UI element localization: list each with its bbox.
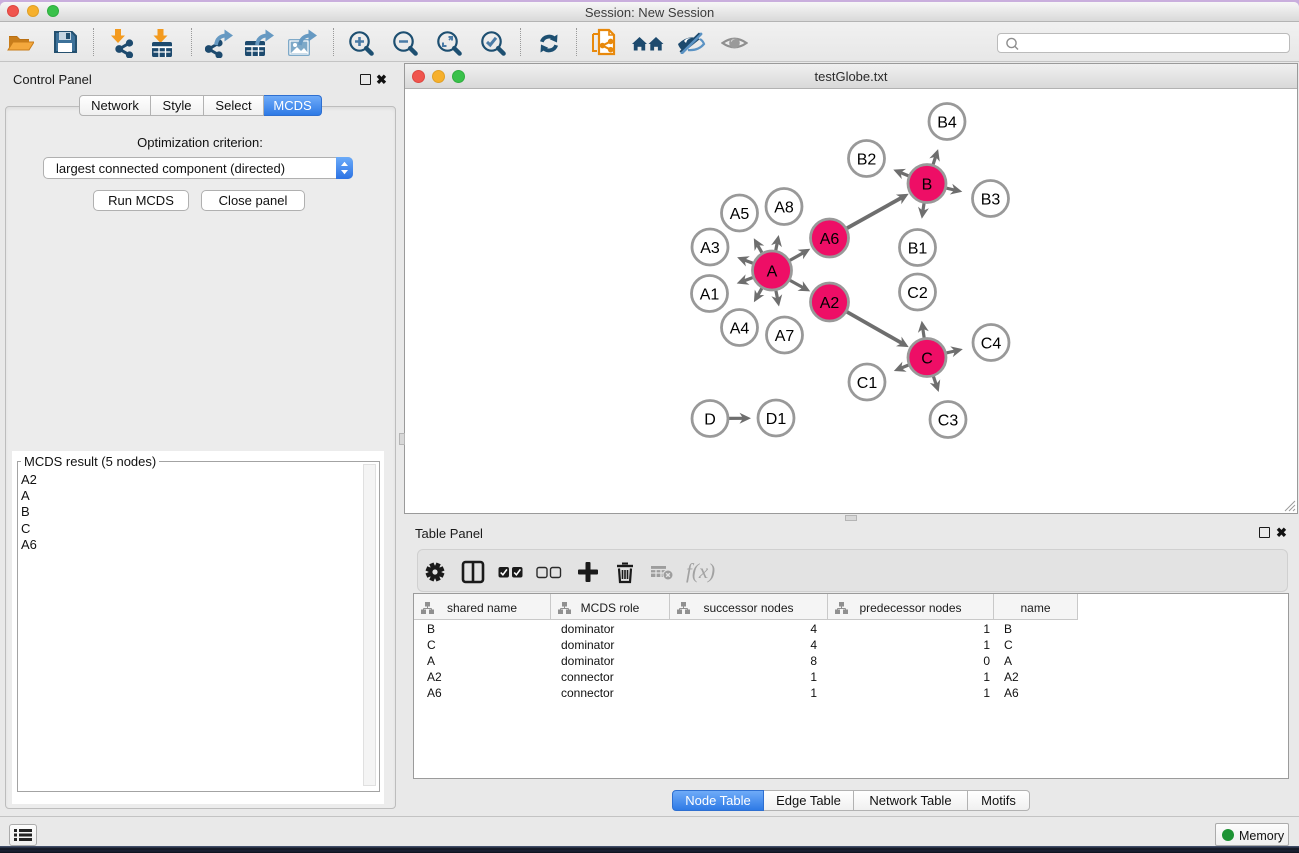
svg-text:B: B — [922, 176, 933, 193]
svg-text:A3: A3 — [700, 240, 720, 257]
svg-text:C3: C3 — [938, 412, 959, 429]
svg-text:C1: C1 — [857, 375, 878, 392]
svg-text:A4: A4 — [730, 320, 750, 337]
svg-text:B2: B2 — [857, 151, 877, 168]
svg-text:A: A — [767, 263, 778, 280]
svg-text:A8: A8 — [774, 199, 794, 216]
svg-text:C: C — [921, 350, 933, 367]
svg-text:A6: A6 — [820, 231, 840, 248]
svg-text:D1: D1 — [766, 411, 787, 428]
svg-text:B4: B4 — [937, 114, 957, 131]
svg-text:A5: A5 — [730, 206, 750, 223]
svg-text:A7: A7 — [775, 328, 795, 345]
svg-text:B1: B1 — [908, 240, 928, 257]
svg-text:A2: A2 — [820, 295, 840, 312]
svg-text:B3: B3 — [981, 191, 1001, 208]
svg-text:D: D — [704, 411, 716, 428]
svg-text:C2: C2 — [907, 285, 928, 302]
svg-text:C4: C4 — [981, 335, 1002, 352]
svg-text:A1: A1 — [700, 286, 720, 303]
